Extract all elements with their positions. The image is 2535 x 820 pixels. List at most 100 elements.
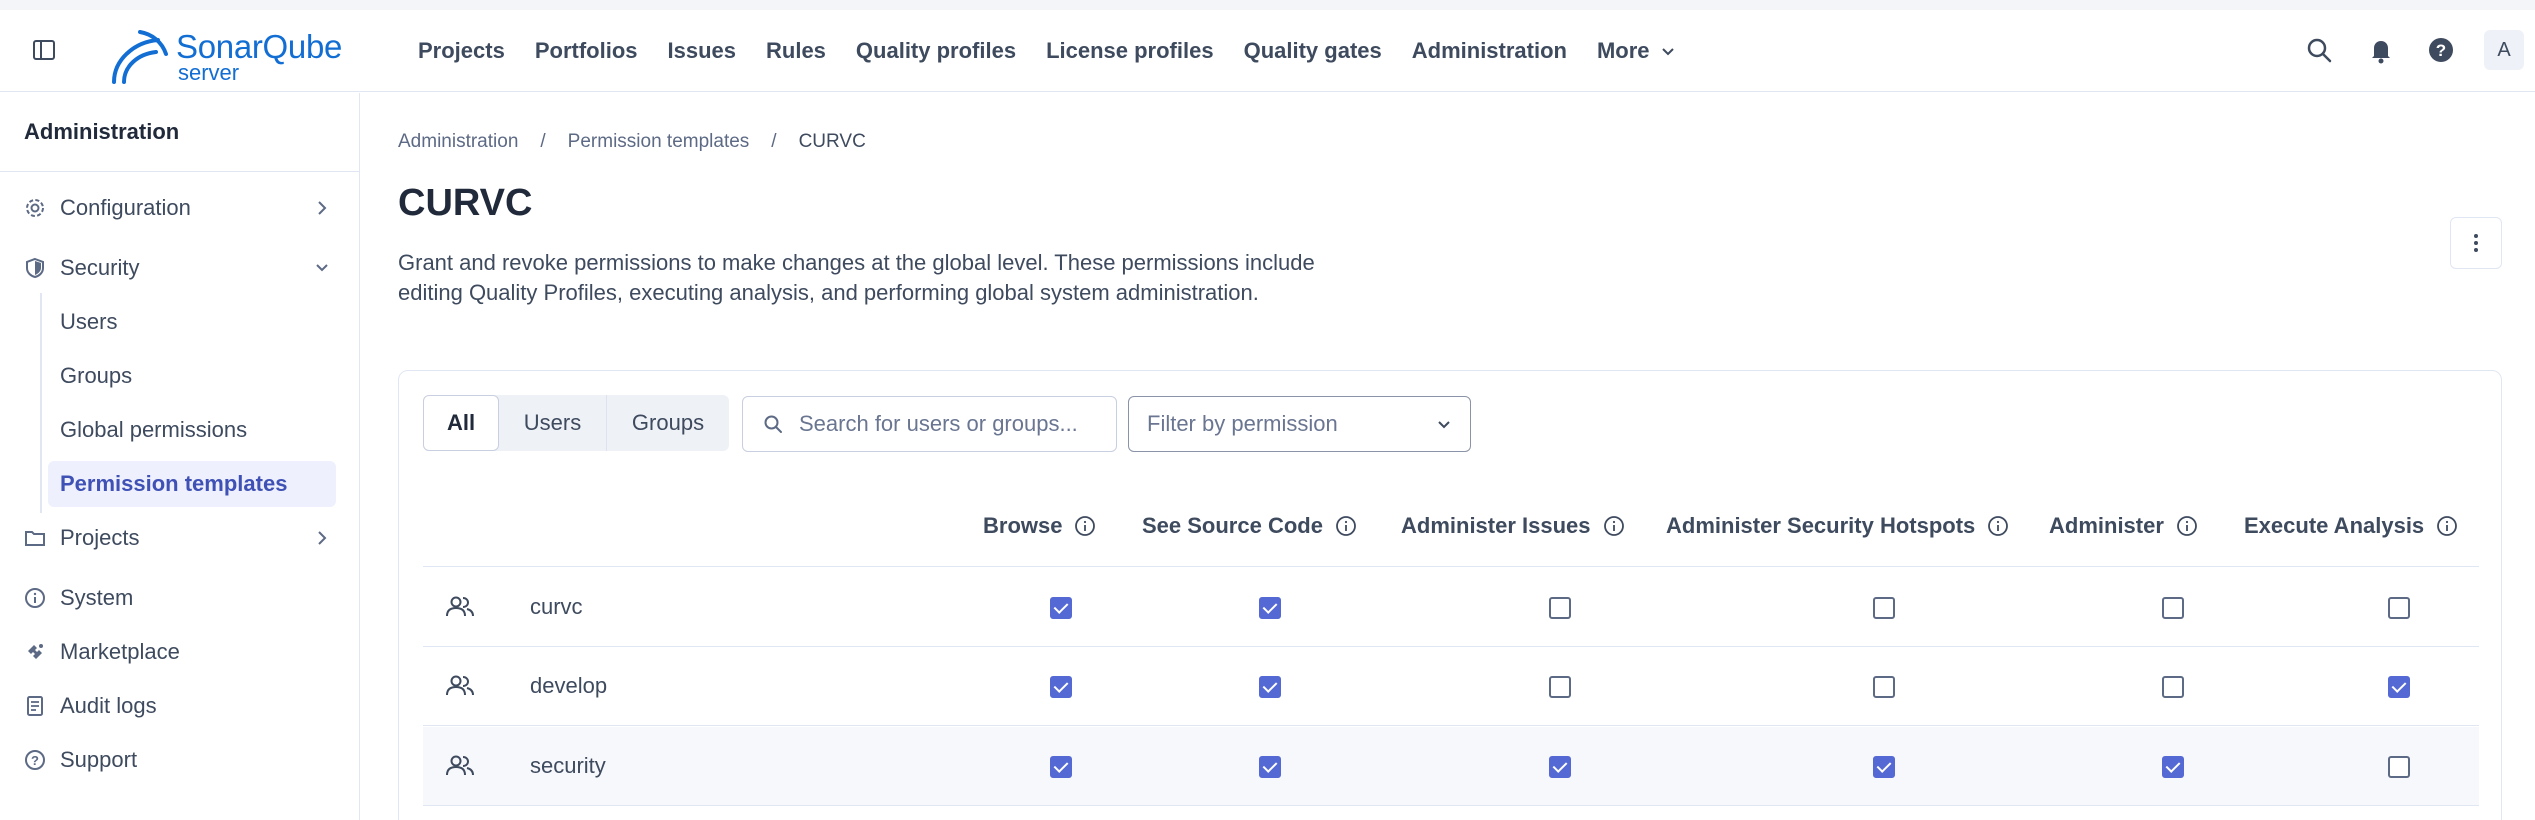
- column-header-label: Administer Issues: [1401, 513, 1591, 538]
- info-icon[interactable]: [2176, 515, 2198, 537]
- nav-rules[interactable]: Rules: [766, 38, 826, 64]
- sidebar-sub-global-permissions[interactable]: Global permissions: [48, 407, 336, 453]
- breadcrumb-separator: /: [540, 131, 546, 152]
- nav-license-profiles[interactable]: License profiles: [1046, 38, 1214, 64]
- info-icon[interactable]: [1603, 515, 1625, 537]
- sidebar-toggle-icon[interactable]: [32, 38, 56, 62]
- logo-text: SonarQube: [176, 28, 343, 65]
- sidebar-item-configuration[interactable]: Configuration: [24, 188, 340, 228]
- sidebar-item-projects[interactable]: Projects: [24, 518, 340, 558]
- group-icon: [445, 595, 475, 624]
- app-root: SonarQube server Projects Portfolios Iss…: [0, 0, 2535, 820]
- gear-icon: [24, 197, 46, 219]
- table-header: Browse See Source Code Administer Issues…: [423, 471, 2479, 567]
- column-administer-issues: Administer Issues: [1401, 513, 1625, 539]
- permission-checkbox[interactable]: [1050, 756, 1072, 778]
- permission-checkbox[interactable]: [1873, 756, 1895, 778]
- permission-checkbox[interactable]: [2162, 597, 2184, 619]
- breadcrumb-permission-templates[interactable]: Permission templates: [568, 131, 750, 153]
- table-row: security: [423, 727, 2479, 806]
- permission-checkbox[interactable]: [1259, 676, 1281, 698]
- nav-quality-gates[interactable]: Quality gates: [1244, 38, 1382, 64]
- permission-filter-select[interactable]: Filter by permission: [1128, 396, 1471, 452]
- permission-checkbox[interactable]: [1873, 597, 1895, 619]
- nav-quality-profiles[interactable]: Quality profiles: [856, 38, 1016, 64]
- permission-checkbox[interactable]: [2388, 676, 2410, 698]
- column-header-label: Execute Analysis: [2244, 513, 2425, 538]
- folder-icon: [24, 527, 46, 549]
- permission-checkbox[interactable]: [2388, 756, 2410, 778]
- sidebar-item-security[interactable]: Security: [24, 248, 340, 288]
- permission-checkbox[interactable]: [2162, 676, 2184, 698]
- help-icon[interactable]: ?: [2426, 35, 2456, 65]
- permission-checkbox[interactable]: [1050, 676, 1072, 698]
- permissions-card: All Users Groups Filter by permission Br…: [398, 370, 2502, 820]
- sidebar-item-system[interactable]: System: [24, 578, 340, 618]
- info-icon[interactable]: [1074, 515, 1096, 537]
- column-see-source-code: See Source Code: [1142, 513, 1357, 539]
- search-icon[interactable]: [2304, 35, 2334, 65]
- search-box[interactable]: [742, 396, 1117, 452]
- toggle-all[interactable]: All: [423, 395, 499, 451]
- kebab-menu-icon: [2474, 234, 2478, 252]
- permission-checkbox[interactable]: [1549, 676, 1571, 698]
- permission-checkbox[interactable]: [1259, 597, 1281, 619]
- top-navbar: SonarQube server Projects Portfolios Iss…: [0, 10, 2535, 92]
- nav-portfolios[interactable]: Portfolios: [535, 38, 638, 64]
- chevron-down-icon: [1661, 48, 1674, 56]
- permission-checkbox[interactable]: [1549, 597, 1571, 619]
- sidebar-divider: [0, 171, 360, 172]
- search-input[interactable]: [799, 411, 1099, 437]
- table-row: curvc: [423, 568, 2479, 647]
- submenu-line: [40, 293, 42, 513]
- sidebar-sub-permission-templates[interactable]: Permission templates: [48, 461, 336, 507]
- nav-administration[interactable]: Administration: [1412, 38, 1567, 64]
- sonarqube-logo[interactable]: SonarQube server: [110, 22, 360, 84]
- info-icon[interactable]: [2436, 515, 2458, 537]
- breadcrumb: Administration / Permission templates / …: [398, 131, 866, 153]
- avatar[interactable]: A: [2484, 30, 2524, 70]
- row-name: develop: [530, 673, 608, 698]
- sidebar-sub-users[interactable]: Users: [48, 299, 336, 345]
- logo-subtext: server: [178, 60, 240, 85]
- group-icon: [445, 674, 475, 703]
- sidebar-sub-groups[interactable]: Groups: [48, 353, 336, 399]
- page-description-line: Grant and revoke permissions to make cha…: [398, 250, 1315, 275]
- info-icon[interactable]: [1335, 515, 1357, 537]
- permission-filter-placeholder: Filter by permission: [1147, 411, 1338, 436]
- sidebar-item-marketplace[interactable]: Marketplace: [24, 632, 340, 672]
- type-filter-toggle: All Users Groups: [423, 395, 729, 451]
- permission-checkbox[interactable]: [1549, 756, 1571, 778]
- page-title: CURVC: [398, 182, 533, 224]
- permission-checkbox[interactable]: [2388, 597, 2410, 619]
- sidebar-title: Administration: [24, 119, 180, 144]
- permission-checkbox[interactable]: [1873, 676, 1895, 698]
- more-actions-button[interactable]: [2450, 217, 2502, 269]
- chevron-down-icon: [1438, 421, 1450, 429]
- toggle-users[interactable]: Users: [499, 395, 606, 451]
- column-administer: Administer: [2049, 513, 2198, 539]
- breadcrumb-administration[interactable]: Administration: [398, 131, 518, 153]
- permission-checkbox[interactable]: [1259, 756, 1281, 778]
- table-row: develop: [423, 647, 2479, 726]
- nav-issues[interactable]: Issues: [668, 38, 737, 64]
- sidebar-item-label: Support: [60, 747, 138, 772]
- info-circle-icon: [24, 587, 46, 609]
- svg-text:?: ?: [2436, 41, 2446, 60]
- bell-icon[interactable]: [2366, 35, 2396, 65]
- toggle-groups[interactable]: Groups: [607, 395, 729, 451]
- chevron-right-icon: [318, 201, 327, 215]
- row-name: security: [530, 753, 606, 778]
- permission-checkbox[interactable]: [1050, 597, 1072, 619]
- sidebar-item-support[interactable]: ? Support: [24, 740, 340, 780]
- nav-more-label: More: [1596, 38, 1650, 63]
- sonar-waves-icon: [112, 30, 168, 84]
- permission-checkbox[interactable]: [2162, 756, 2184, 778]
- nav-projects[interactable]: Projects: [418, 38, 505, 64]
- info-icon[interactable]: [1987, 515, 2009, 537]
- page-description-line: editing Quality Profiles, executing anal…: [398, 280, 1259, 305]
- sidebar-item-label: Projects: [60, 525, 140, 550]
- column-execute-analysis: Execute Analysis: [2244, 513, 2458, 539]
- nav-more-dropdown[interactable]: More: [1597, 38, 1676, 64]
- sidebar-item-audit-logs[interactable]: Audit logs: [24, 686, 340, 726]
